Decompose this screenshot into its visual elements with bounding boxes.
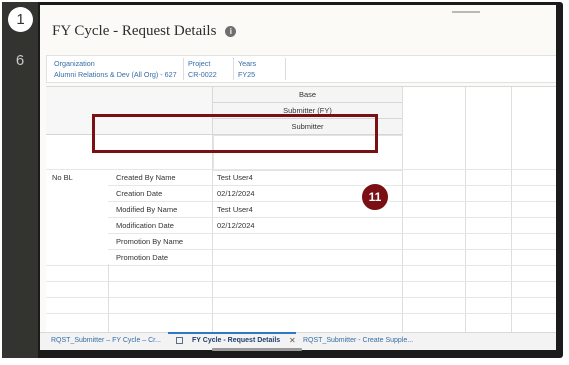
bottom-scroll-handle[interactable] <box>212 348 302 351</box>
row-group-label: No BL <box>52 173 73 182</box>
years-value[interactable]: FY25 <box>238 69 256 80</box>
pov-bar: Organization Alumni Relations & Dev (All… <box>46 55 556 83</box>
info-icon[interactable]: i <box>225 26 237 37</box>
tab-rqst-submitter-create-supple[interactable]: RQST_Submitter - Create Supple... <box>303 337 413 344</box>
page-title: FY Cycle - Request Details <box>52 23 217 39</box>
project-label: Project <box>188 59 211 68</box>
row-label: Modified By Name <box>116 205 178 214</box>
row-divider <box>46 265 556 266</box>
form-icon <box>176 337 183 344</box>
active-tab-indicator <box>168 332 296 334</box>
grid-cell[interactable]: 02/12/2024 <box>217 221 255 230</box>
grid-cell[interactable]: Test User4 <box>217 173 253 182</box>
row-divider <box>108 217 556 218</box>
row-divider <box>108 233 556 234</box>
next-step-number: 6 <box>15 52 25 69</box>
grid-cell[interactable]: Test User4 <box>217 205 253 214</box>
pov-divider <box>183 58 184 80</box>
pov-divider <box>233 58 234 80</box>
title-bar: FY Cycle - Request Details i <box>52 23 237 40</box>
grid-cell[interactable]: 02/12/2024 <box>217 189 255 198</box>
drag-handle[interactable] <box>452 11 480 13</box>
column-divider <box>108 264 109 334</box>
row-divider <box>46 313 556 314</box>
highlight-box <box>92 114 378 153</box>
column-header-base: Base <box>213 87 402 103</box>
main-panel: FY Cycle - Request Details i Organizatio… <box>40 5 556 350</box>
years-label: Years <box>238 59 257 68</box>
row-divider <box>46 281 556 282</box>
project-value[interactable]: CR-0022 <box>188 69 217 80</box>
row-label: Promotion Date <box>116 253 169 262</box>
organization-member[interactable]: Organization Alumni Relations & Dev (All… <box>54 58 177 80</box>
step-rail: 1 6 <box>2 2 38 358</box>
tab-fy-cycle-request-details[interactable]: FY Cycle - Request Details <box>192 337 280 344</box>
row-label: Modification Date <box>116 221 174 230</box>
project-member[interactable]: Project CR-0022 <box>188 58 217 80</box>
organization-value[interactable]: Alumni Relations & Dev (All Org) - 627 <box>54 69 177 80</box>
current-step-badge: 1 <box>8 7 33 32</box>
row-divider <box>108 249 556 250</box>
row-label: Created By Name <box>116 173 176 182</box>
pov-divider <box>285 58 286 80</box>
years-member[interactable]: Years FY25 <box>238 58 256 80</box>
tab-rqst-submitter-fy-cycle[interactable]: RQST_Submitter – FY Cycle – Cr... <box>51 337 161 344</box>
row-divider <box>46 169 556 170</box>
step-callout-badge: 11 <box>360 182 390 212</box>
screenshot-frame: 1 6 FY Cycle - Request Details i Organiz… <box>2 2 563 358</box>
organization-label: Organization <box>54 59 95 68</box>
row-divider <box>108 185 556 186</box>
close-tab-icon[interactable]: ✕ <box>289 336 296 345</box>
row-divider <box>46 297 556 298</box>
row-label: Creation Date <box>116 189 163 198</box>
column-divider <box>212 134 213 334</box>
row-divider <box>108 201 556 202</box>
row-label: Promotion By Name <box>116 237 184 246</box>
